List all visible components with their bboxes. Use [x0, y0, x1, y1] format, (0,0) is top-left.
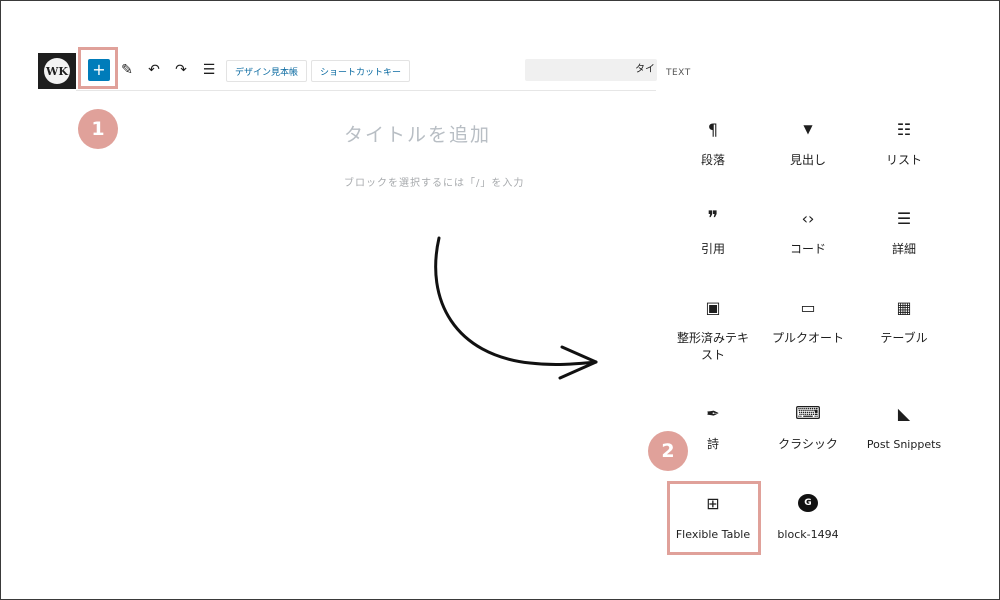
details-icon: ☰: [896, 208, 912, 228]
block-paragraph[interactable]: ¶ 段落: [667, 118, 759, 169]
block-list[interactable]: ☷ リスト: [858, 118, 950, 169]
block-label: 詩: [706, 437, 719, 451]
block-1494[interactable]: G block-1494: [762, 492, 854, 543]
block-label: 整形済みテキスト: [676, 331, 749, 362]
pencil-icon[interactable]: ✎: [118, 61, 136, 79]
block-label: リスト: [885, 153, 922, 167]
block-code[interactable]: ‹› コード: [762, 207, 854, 258]
block-label: Flexible Table: [675, 528, 751, 541]
preformatted-icon: ▣: [705, 297, 721, 317]
table-icon: ▦: [896, 297, 912, 317]
block-details[interactable]: ☰ 詳細: [858, 207, 950, 258]
paragraph-icon: ¶: [707, 119, 719, 139]
block-quote[interactable]: ❞ 引用: [667, 206, 759, 258]
code-icon: ‹›: [801, 208, 815, 228]
block-label: クラシック: [778, 437, 838, 451]
flexible-table-icon: ⊞: [706, 493, 720, 513]
block-verse[interactable]: ✒ 詩: [667, 402, 759, 453]
block-label: 見出し: [789, 153, 826, 167]
block-appender-placeholder[interactable]: ブロックを選択するには「/」を入力: [344, 174, 524, 189]
plug-icon: ◣: [897, 403, 911, 423]
block-label: Post Snippets: [866, 438, 942, 451]
shortcut-key-button[interactable]: ショートカットキー: [311, 60, 411, 82]
site-logo[interactable]: WK: [38, 53, 76, 89]
list-icon: ☷: [896, 119, 912, 139]
document-title-field[interactable]: タイ: [525, 59, 657, 81]
block-label: テーブル: [880, 331, 928, 345]
block-table[interactable]: ▦ テーブル: [858, 296, 950, 347]
gutenberg-g-icon: G: [797, 492, 819, 514]
block-category-label: TEXT: [666, 68, 691, 78]
undo-icon[interactable]: ↶: [145, 61, 163, 79]
design-sample-button[interactable]: デザイン見本帳: [226, 60, 308, 82]
block-preformatted[interactable]: ▣ 整形済みテキスト: [667, 296, 759, 364]
redo-icon[interactable]: ↷: [172, 61, 190, 79]
block-post-snippets[interactable]: ◣ Post Snippets: [858, 402, 950, 453]
toolbar-divider: [76, 90, 656, 91]
block-label: 引用: [700, 242, 725, 256]
keyboard-icon: ⌨: [795, 402, 821, 424]
block-pullquote[interactable]: ▭ プルクオート: [762, 296, 854, 347]
block-heading[interactable]: ▼ 見出し: [762, 118, 854, 169]
gutenberg-g-badge: G: [798, 494, 818, 512]
block-label: コード: [789, 242, 826, 256]
block-flexible-table[interactable]: ⊞ Flexible Table: [667, 492, 759, 543]
block-label: 詳細: [891, 242, 916, 256]
list-view-icon[interactable]: ☰: [200, 61, 218, 79]
block-label: 段落: [700, 153, 725, 167]
post-title-placeholder[interactable]: タイトルを追加: [344, 120, 491, 147]
block-label: block-1494: [777, 528, 839, 541]
heading-bookmark-icon: ▼: [803, 122, 813, 136]
quote-icon: ❞: [707, 206, 719, 230]
block-label: プルクオート: [771, 331, 844, 345]
block-classic[interactable]: ⌨ クラシック: [762, 402, 854, 453]
site-logo-badge: WK: [44, 58, 70, 84]
block-inserter-button[interactable]: +: [88, 59, 110, 81]
verse-feather-icon: ✒: [706, 403, 720, 423]
pullquote-icon: ▭: [800, 297, 816, 317]
step-1-badge: 1: [78, 109, 118, 149]
